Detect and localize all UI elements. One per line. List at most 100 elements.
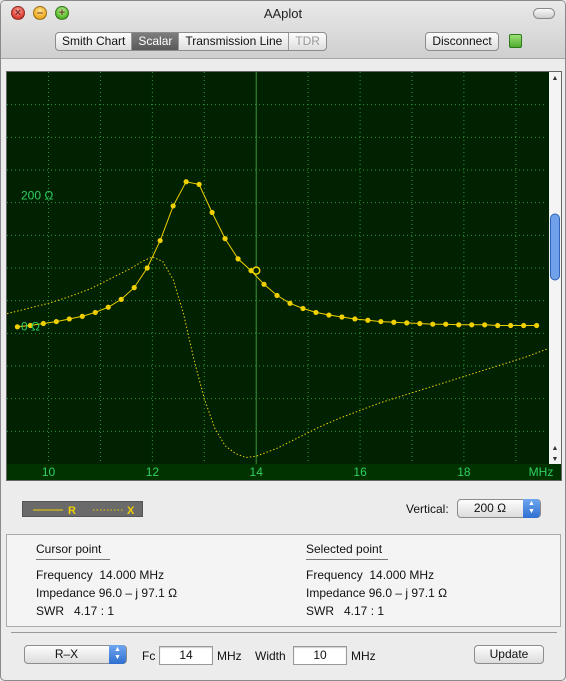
series-r-point	[92, 309, 98, 316]
series-r-point	[40, 320, 46, 327]
width-unit: MHz	[351, 649, 376, 663]
x-tick-label: 10	[42, 465, 56, 479]
series-r-point	[131, 285, 137, 291]
x-tick-label: 18	[457, 465, 471, 479]
series-r-point	[66, 316, 72, 322]
series-r-point	[469, 322, 475, 328]
series-r-point	[495, 322, 501, 329]
series-r-point	[261, 281, 267, 287]
series-r-point	[443, 321, 449, 327]
plot-svg: 200 Ω 0 Ω 10 12 14 16 18 MHz ▲ ▲ ▼	[7, 72, 561, 480]
series-r-point	[209, 209, 215, 216]
series-r-point	[274, 292, 280, 299]
width-label: Width	[255, 649, 286, 663]
selected-swr: SWR 4.17 : 1	[306, 604, 385, 618]
series-r-point	[404, 320, 410, 326]
vertical-scale-value: 200 Ω	[473, 501, 507, 515]
title-bar: × – + AAplot Smith Chart Scalar Transmis…	[1, 1, 565, 59]
fc-label: Fc	[142, 649, 156, 663]
tab-scalar[interactable]: Scalar	[132, 33, 180, 50]
cursor-frequency: Frequency 14.000 MHz	[36, 568, 165, 582]
controls-divider	[11, 632, 557, 633]
traces	[7, 179, 548, 459]
legend-r-label: R	[68, 505, 76, 517]
plot-mode-value: R–X	[54, 647, 79, 661]
series-r-point	[157, 237, 163, 244]
select-arrows-icon: ▲ ▼	[523, 499, 540, 518]
vertical-scrollbar[interactable]: ▲ ▲ ▼	[549, 72, 561, 464]
update-button[interactable]: Update	[474, 645, 544, 664]
selected-point-divider	[306, 559, 388, 560]
series-r-point	[300, 305, 306, 312]
tab-smith-chart[interactable]: Smith Chart	[56, 33, 133, 50]
x-tick-label: 16	[353, 465, 367, 479]
selected-point-title: Selected point	[306, 542, 383, 556]
vertical-scale-label: Vertical:	[406, 502, 449, 516]
grid	[7, 72, 547, 464]
series-r-point	[534, 322, 540, 329]
series-r-point	[105, 304, 111, 310]
view-tabs: Smith Chart Scalar Transmission Line TDR	[55, 32, 327, 51]
fc-unit: MHz	[217, 649, 242, 663]
series-r-point	[79, 313, 85, 319]
toolbar-toggle-button[interactable]	[533, 8, 555, 19]
scrollbar-thumb[interactable]	[550, 213, 560, 281]
series-r-point	[430, 321, 436, 327]
series-r-point	[313, 309, 319, 316]
series-r-point	[222, 236, 228, 242]
x-axis-strip	[7, 464, 561, 480]
selected-frequency: Frequency 14.000 MHz	[306, 568, 435, 582]
plot-mode-select[interactable]: R–X ▲ ▼	[24, 645, 127, 664]
series-r-point	[196, 181, 202, 187]
series-r-point	[456, 322, 462, 328]
series-r-point	[365, 317, 371, 323]
y-axis-label: 200 Ω	[21, 189, 53, 203]
connection-status-led	[509, 34, 522, 48]
series-r-point	[14, 324, 20, 330]
y-axis-label: 0 Ω	[21, 319, 40, 333]
window-title: AAplot	[263, 6, 303, 21]
scroll-up-arrow-icon[interactable]: ▲	[552, 75, 559, 82]
series-r-point	[391, 319, 397, 325]
x-axis-label: MHz	[529, 465, 554, 479]
selected-impedance: Impedance 96.0 – j 97.1 Ω	[306, 586, 448, 600]
select-arrows-icon: ▲ ▼	[109, 645, 126, 664]
cursor-point-divider	[36, 559, 110, 560]
series-r-point	[417, 320, 423, 327]
tab-transmission-line[interactable]: Transmission Line	[179, 33, 290, 50]
series-r-point	[170, 203, 176, 209]
series-r-point	[144, 265, 150, 271]
selected-point-marker	[251, 266, 261, 275]
series-r-point	[326, 312, 332, 318]
series-r-point	[183, 179, 189, 185]
cursor-impedance: Impedance 96.0 – j 97.1 Ω	[36, 586, 178, 600]
series-r-point	[235, 256, 241, 262]
series-r-point	[53, 318, 59, 325]
series-r-point	[352, 316, 358, 322]
cursor-point-title: Cursor point	[36, 542, 102, 556]
series-r-point	[339, 314, 345, 320]
vertical-scale-select[interactable]: 200 Ω ▲ ▼	[457, 499, 541, 518]
series-r-point	[508, 322, 514, 329]
series-r-point	[378, 318, 384, 325]
series-r-point	[287, 300, 293, 306]
scroll-up-arrow-icon-lower[interactable]: ▲	[552, 445, 559, 452]
trace-legend: R X	[22, 501, 143, 517]
legend-x-label: X	[127, 505, 135, 517]
series-r-line	[17, 181, 537, 328]
width-input[interactable]: 10	[293, 646, 347, 665]
x-tick-label: 12	[146, 465, 160, 479]
series-r-point	[482, 322, 488, 328]
app-window: × – + AAplot Smith Chart Scalar Transmis…	[0, 0, 566, 681]
disconnect-button[interactable]: Disconnect	[425, 32, 499, 51]
series-r-point	[118, 296, 124, 302]
fc-input[interactable]: 14	[159, 646, 213, 665]
scalar-plot[interactable]: 200 Ω 0 Ω 10 12 14 16 18 MHz ▲ ▲ ▼	[6, 71, 562, 481]
series-r-point	[521, 322, 527, 329]
scroll-down-arrow-icon[interactable]: ▼	[552, 456, 559, 463]
x-tick-label: 14	[250, 465, 264, 479]
cursor-swr: SWR 4.17 : 1	[36, 604, 115, 618]
point-info-panel: Cursor point Frequency 14.000 MHz Impeda…	[6, 534, 561, 627]
series-x-line	[7, 256, 548, 459]
tab-tdr: TDR	[295, 34, 320, 48]
